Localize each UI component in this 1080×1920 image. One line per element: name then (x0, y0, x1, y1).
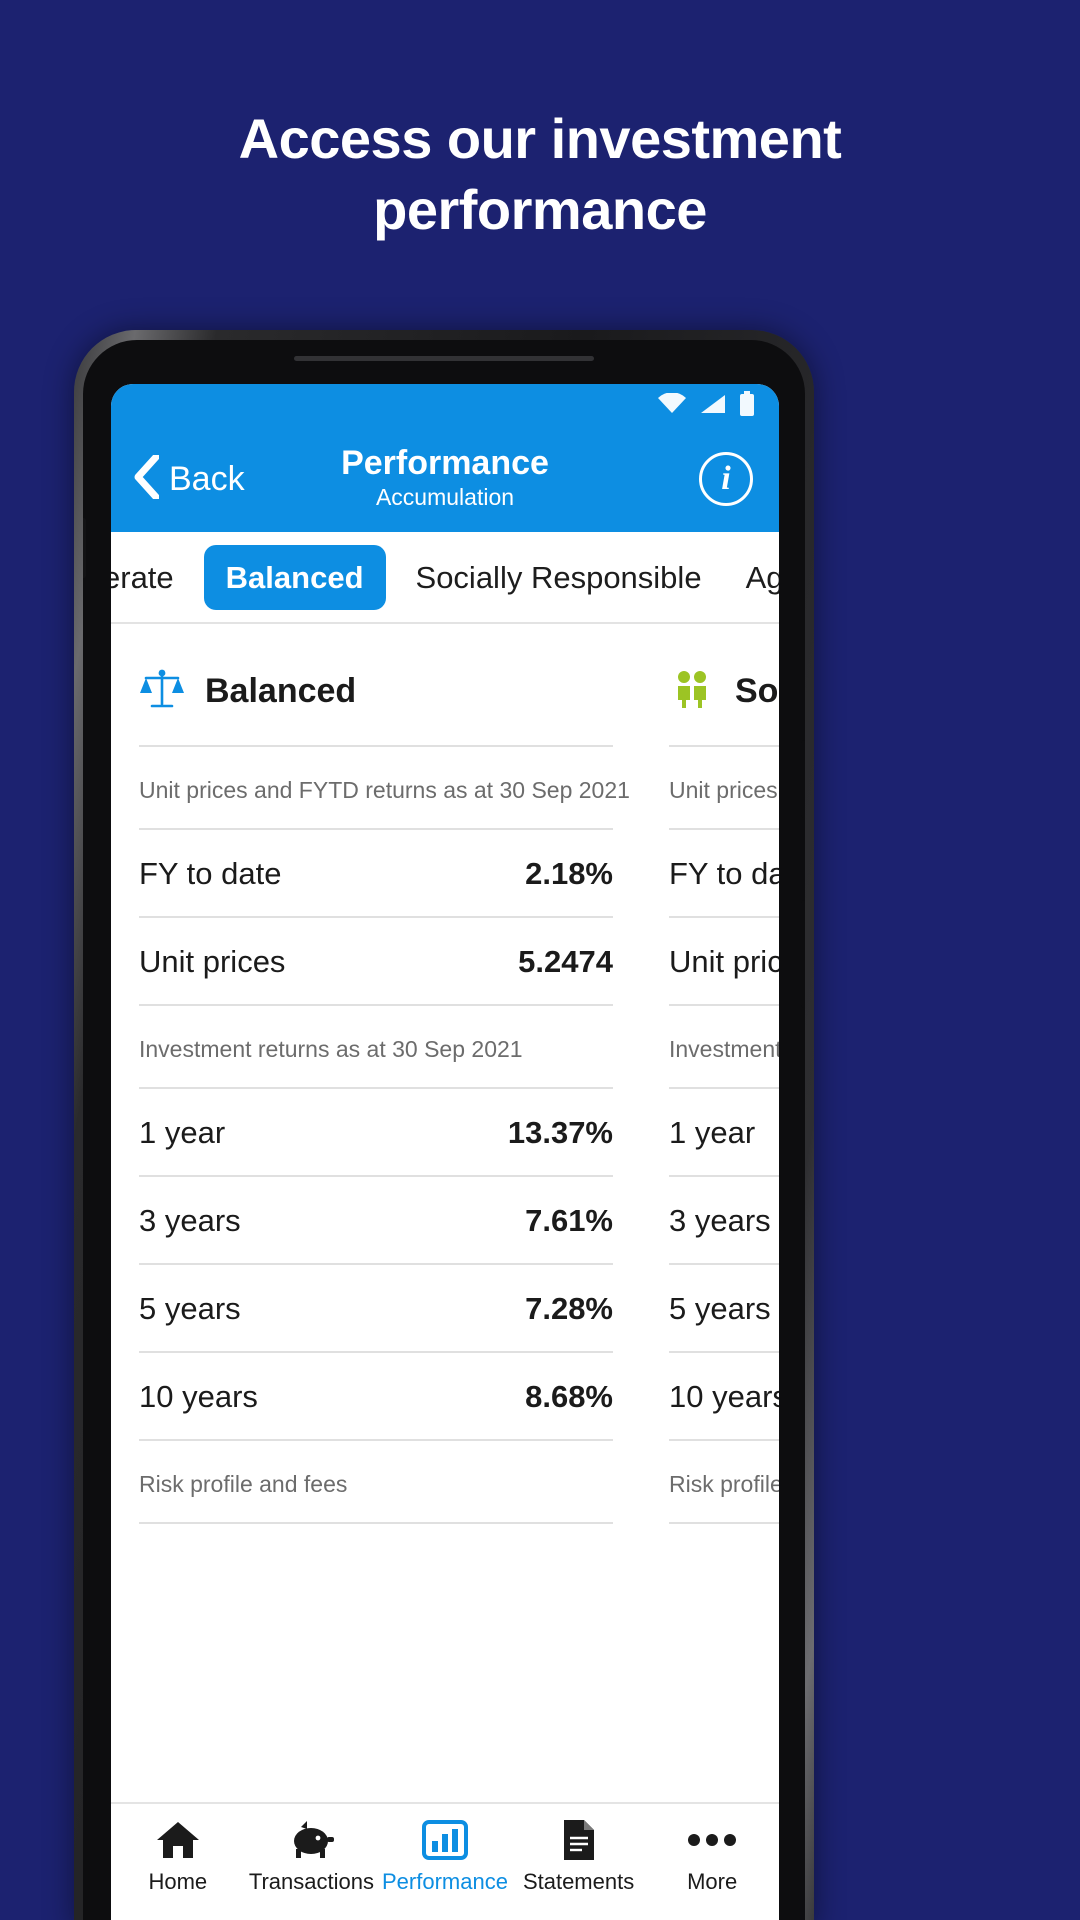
wifi-icon (657, 391, 687, 420)
row-value: 7.28% (525, 1291, 613, 1326)
section-label-returns: Investment returns as at 30 Sep 2021 (139, 1006, 613, 1089)
row-label: 10 years (669, 1379, 779, 1414)
left-side-button[interactable] (83, 518, 86, 578)
table-row: 3 years (669, 1177, 779, 1265)
tab-socially-responsible[interactable]: Socially Responsible (394, 562, 724, 593)
row-label: 1 year (139, 1115, 226, 1150)
card-title: Socially Responsible (735, 672, 779, 710)
section-label-risk: Risk profile and fees (669, 1441, 779, 1524)
back-label: Back (169, 460, 245, 498)
phone-bezel: Performance Accumulation Back i rate Bal… (83, 340, 805, 1920)
table-row: 5 years 7.28% (139, 1265, 613, 1353)
row-label: Unit prices (139, 944, 286, 979)
nav-item-more[interactable]: More (645, 1818, 779, 1895)
signal-icon (699, 393, 727, 420)
battery-icon (739, 390, 755, 422)
table-row: Risk Medium (139, 1524, 613, 1536)
document-icon (558, 1818, 600, 1862)
row-label: 10 years (139, 1379, 258, 1414)
phone-screen: Performance Accumulation Back i rate Bal… (111, 384, 779, 1920)
row-label: 3 years (139, 1203, 241, 1238)
row-label: Unit prices (669, 944, 779, 979)
volume-button[interactable] (801, 900, 805, 1008)
power-button[interactable] (801, 740, 805, 818)
card-socially-responsible: Socially Responsible Unit prices and FYT… (641, 624, 779, 1536)
nav-item-home[interactable]: Home (111, 1818, 245, 1895)
row-value: 5.2474 (518, 944, 613, 979)
nav-label: Statements (522, 1869, 635, 1894)
nav-label: Transactions (248, 1869, 374, 1894)
nav-label: Home (148, 1869, 208, 1894)
scales-icon (139, 666, 185, 717)
card-header: Socially Responsible (669, 624, 779, 747)
nav-item-performance[interactable]: Performance (378, 1818, 512, 1895)
phone-mockup: Performance Accumulation Back i rate Bal… (74, 330, 814, 1920)
table-row: FY to date (669, 830, 779, 918)
nav-item-statements[interactable]: Statements (512, 1818, 646, 1895)
bottom-navigation: Home Transactions Performance Statements… (111, 1802, 779, 1920)
ellipsis-icon (686, 1818, 738, 1862)
tab-moderate[interactable]: erate (111, 562, 196, 593)
nav-row: Performance Accumulation Back i (111, 426, 779, 532)
section-label-unit-prices: Unit prices and FYTD returns as at 30 Se… (669, 747, 779, 830)
table-row: 10 years (669, 1353, 779, 1441)
tab-aggressive[interactable]: Aggressive (724, 562, 779, 593)
table-row: 3 years 7.61% (139, 1177, 613, 1265)
status-bar (657, 384, 779, 422)
section-label-risk: Risk profile and fees (139, 1441, 613, 1524)
promo-headline: Access our investment performance (238, 107, 842, 241)
nav-label: More (687, 1869, 738, 1894)
table-row: FY to date 2.18% (139, 830, 613, 918)
row-value: 2.18% (525, 856, 613, 891)
row-value: 7.61% (525, 1203, 613, 1238)
row-label: FY to date (669, 856, 779, 891)
info-icon: i (721, 460, 731, 497)
section-label-returns: Investment returns as at 30 Sep 2021 (669, 1006, 779, 1089)
earpiece-speaker (294, 356, 594, 361)
home-icon (155, 1818, 201, 1862)
row-label: 5 years (669, 1291, 771, 1326)
table-row: 10 years 8.68% (139, 1353, 613, 1441)
row-label: 3 years (669, 1203, 771, 1238)
back-button[interactable]: Back (133, 453, 245, 504)
table-row: 1 year (669, 1089, 779, 1177)
card-header: Balanced (139, 624, 613, 747)
row-value: 13.37% (507, 1115, 613, 1150)
app-bar: Performance Accumulation Back i (111, 384, 779, 532)
row-label: 1 year (669, 1115, 756, 1150)
row-label: FY to date (139, 856, 282, 891)
table-row: 5 years (669, 1265, 779, 1353)
table-row: Unit prices (669, 918, 779, 1006)
row-value: 8.68% (525, 1379, 613, 1414)
chevron-left-icon (133, 453, 160, 504)
card-balanced: Balanced Unit prices and FYTD returns as… (111, 624, 641, 1536)
card-title: Balanced (205, 672, 357, 710)
bar-chart-icon (421, 1818, 468, 1862)
table-row: Risk (669, 1524, 779, 1536)
section-label-unit-prices: Unit prices and FYTD returns as at 30 Se… (139, 747, 630, 830)
table-row: 1 year 13.37% (139, 1089, 613, 1177)
people-icon (669, 666, 715, 717)
info-button[interactable]: i (699, 452, 753, 506)
table-row: Unit prices 5.2474 (139, 918, 613, 1006)
piggybank-icon (287, 1818, 335, 1862)
nav-label: Performance (382, 1869, 508, 1894)
tab-balanced[interactable]: Balanced (203, 544, 386, 610)
performance-content: Balanced Unit prices and FYTD returns as… (111, 624, 779, 1536)
row-label: 5 years (139, 1291, 241, 1326)
investment-option-tabs[interactable]: erate Balanced Socially Responsible Aggr… (111, 532, 779, 624)
nav-item-transactions[interactable]: Transactions (245, 1818, 379, 1895)
